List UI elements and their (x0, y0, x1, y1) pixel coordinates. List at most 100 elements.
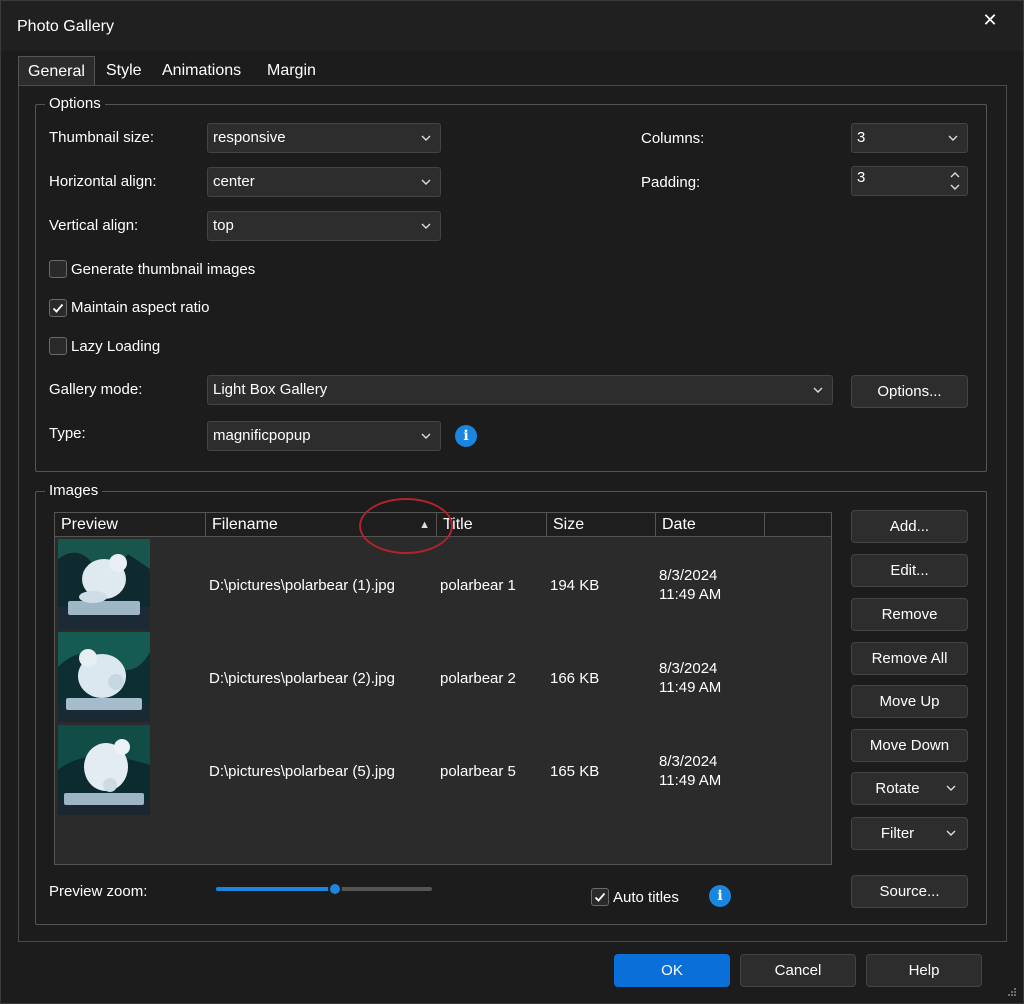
ok-button-label: OK (661, 962, 683, 979)
date-cell: 8/3/2024 (659, 660, 718, 677)
remove-all-button[interactable]: Remove All (851, 642, 968, 675)
lazy-loading-label[interactable]: Lazy Loading (71, 338, 160, 355)
ok-button[interactable]: OK (614, 954, 730, 987)
auto-titles-label[interactable]: Auto titles (613, 889, 679, 906)
column-header-title[interactable]: Title (437, 513, 547, 537)
cancel-button[interactable]: Cancel (740, 954, 856, 987)
checkmark-icon (594, 892, 606, 902)
move-up-button-label: Move Up (879, 693, 940, 710)
edit-button[interactable]: Edit... (851, 554, 968, 587)
auto-titles-checkbox[interactable] (591, 888, 609, 906)
images-list[interactable]: Preview Filename ▲ Title Size Date D:\pi… (54, 512, 832, 865)
maintain-aspect-label[interactable]: Maintain aspect ratio (71, 299, 209, 316)
remove-button[interactable]: Remove (851, 598, 968, 631)
window-title: Photo Gallery (17, 18, 114, 35)
thumbnail-size-select[interactable]: responsive (207, 123, 441, 153)
chevron-down-icon (420, 124, 432, 162)
table-row[interactable]: D:\pictures\polarbear (2).jpg polarbear … (55, 632, 831, 724)
column-header-filename[interactable]: Filename ▲ (206, 513, 437, 537)
columns-label: Columns: (641, 130, 705, 147)
vertical-align-label: Vertical align: (49, 217, 139, 234)
filter-button[interactable]: Filter (851, 817, 968, 850)
cancel-button-label: Cancel (774, 962, 822, 979)
title-bar: Photo Gallery ✕ (1, 1, 1023, 51)
image-thumbnail (58, 539, 150, 629)
gallery-mode-select[interactable]: Light Box Gallery (207, 375, 833, 405)
options-group: Options (35, 95, 987, 472)
columns-value: 3 (857, 129, 866, 146)
thumbnail-size-value: responsive (213, 129, 286, 146)
gallery-options-label: Options... (877, 383, 942, 400)
source-button[interactable]: Source... (851, 875, 968, 908)
chevron-down-icon (420, 422, 432, 460)
time-cell: 11:49 AM (659, 679, 722, 696)
info-icon[interactable]: i (709, 885, 731, 907)
photo-gallery-dialog: Photo Gallery ✕ General Style Animations… (0, 0, 1024, 1004)
gallery-options-button[interactable]: Options... (851, 375, 968, 408)
chevron-down-icon (812, 376, 824, 414)
title-cell: polarbear 5 (440, 763, 516, 780)
column-header-preview[interactable]: Preview (55, 513, 206, 537)
move-up-button[interactable]: Move Up (851, 685, 968, 718)
columns-select[interactable]: 3 (851, 123, 968, 153)
filename-cell: D:\pictures\polarbear (5).jpg (209, 763, 395, 780)
spin-up-icon[interactable] (949, 169, 961, 181)
slider-fill (216, 887, 335, 891)
tab-animations[interactable]: Animations (153, 56, 250, 86)
info-icon[interactable]: i (455, 425, 477, 447)
horizontal-align-select[interactable]: center (207, 167, 441, 197)
chevron-down-icon (945, 818, 957, 860)
title-cell: polarbear 2 (440, 670, 516, 687)
gallery-mode-label: Gallery mode: (49, 381, 143, 398)
generate-thumbnails-label[interactable]: Generate thumbnail images (71, 261, 255, 278)
maintain-aspect-checkbox[interactable] (49, 299, 67, 317)
tab-style[interactable]: Style (97, 56, 151, 86)
padding-spinner[interactable]: 3 (851, 166, 968, 196)
lazy-loading-checkbox[interactable] (49, 337, 67, 355)
move-down-button-label: Move Down (869, 737, 950, 754)
preview-zoom-slider[interactable] (216, 882, 432, 896)
slider-thumb[interactable] (327, 882, 342, 896)
image-thumbnail (58, 632, 150, 722)
padding-value: 3 (857, 169, 866, 186)
options-legend: Options (45, 95, 105, 112)
tab-general[interactable]: General (18, 56, 95, 86)
horizontal-align-label: Horizontal align: (49, 173, 157, 190)
vertical-align-select[interactable]: top (207, 211, 441, 241)
add-button-label: Add... (889, 518, 930, 535)
vertical-align-value: top (213, 217, 234, 234)
remove-button-label: Remove (881, 606, 938, 623)
chevron-down-icon (420, 212, 432, 250)
help-button[interactable]: Help (866, 954, 982, 987)
add-button[interactable]: Add... (851, 510, 968, 543)
size-cell: 165 KB (550, 763, 600, 780)
filter-button-label: Filter (880, 825, 915, 842)
type-select[interactable]: magnificpopup (207, 421, 441, 451)
move-down-button[interactable]: Move Down (851, 729, 968, 762)
padding-label: Padding: (641, 174, 701, 191)
images-legend: Images (45, 482, 103, 499)
type-label: Type: (49, 425, 86, 442)
image-thumbnail (58, 725, 150, 815)
column-header-filename-label: Filename (212, 516, 278, 533)
size-cell: 194 KB (550, 577, 600, 594)
column-header-size[interactable]: Size (547, 513, 656, 537)
chevron-down-icon (945, 773, 957, 815)
tab-margin[interactable]: Margin (258, 56, 325, 86)
column-header-date[interactable]: Date (656, 513, 765, 537)
rotate-button[interactable]: Rotate (851, 772, 968, 805)
spin-down-icon[interactable] (949, 181, 961, 193)
resize-grip-icon[interactable] (1007, 987, 1017, 997)
date-cell: 8/3/2024 (659, 753, 718, 770)
preview-zoom-label: Preview zoom: (49, 883, 148, 900)
size-cell: 166 KB (550, 670, 600, 687)
source-button-label: Source... (879, 883, 940, 900)
chevron-down-icon (947, 124, 959, 162)
close-icon[interactable]: ✕ (975, 9, 1005, 31)
gallery-mode-value: Light Box Gallery (213, 381, 328, 398)
time-cell: 11:49 AM (659, 772, 722, 789)
table-row[interactable]: D:\pictures\polarbear (1).jpg polarbear … (55, 539, 831, 631)
table-row[interactable]: D:\pictures\polarbear (5).jpg polarbear … (55, 725, 831, 817)
help-button-label: Help (908, 962, 940, 979)
generate-thumbnails-checkbox[interactable] (49, 260, 67, 278)
